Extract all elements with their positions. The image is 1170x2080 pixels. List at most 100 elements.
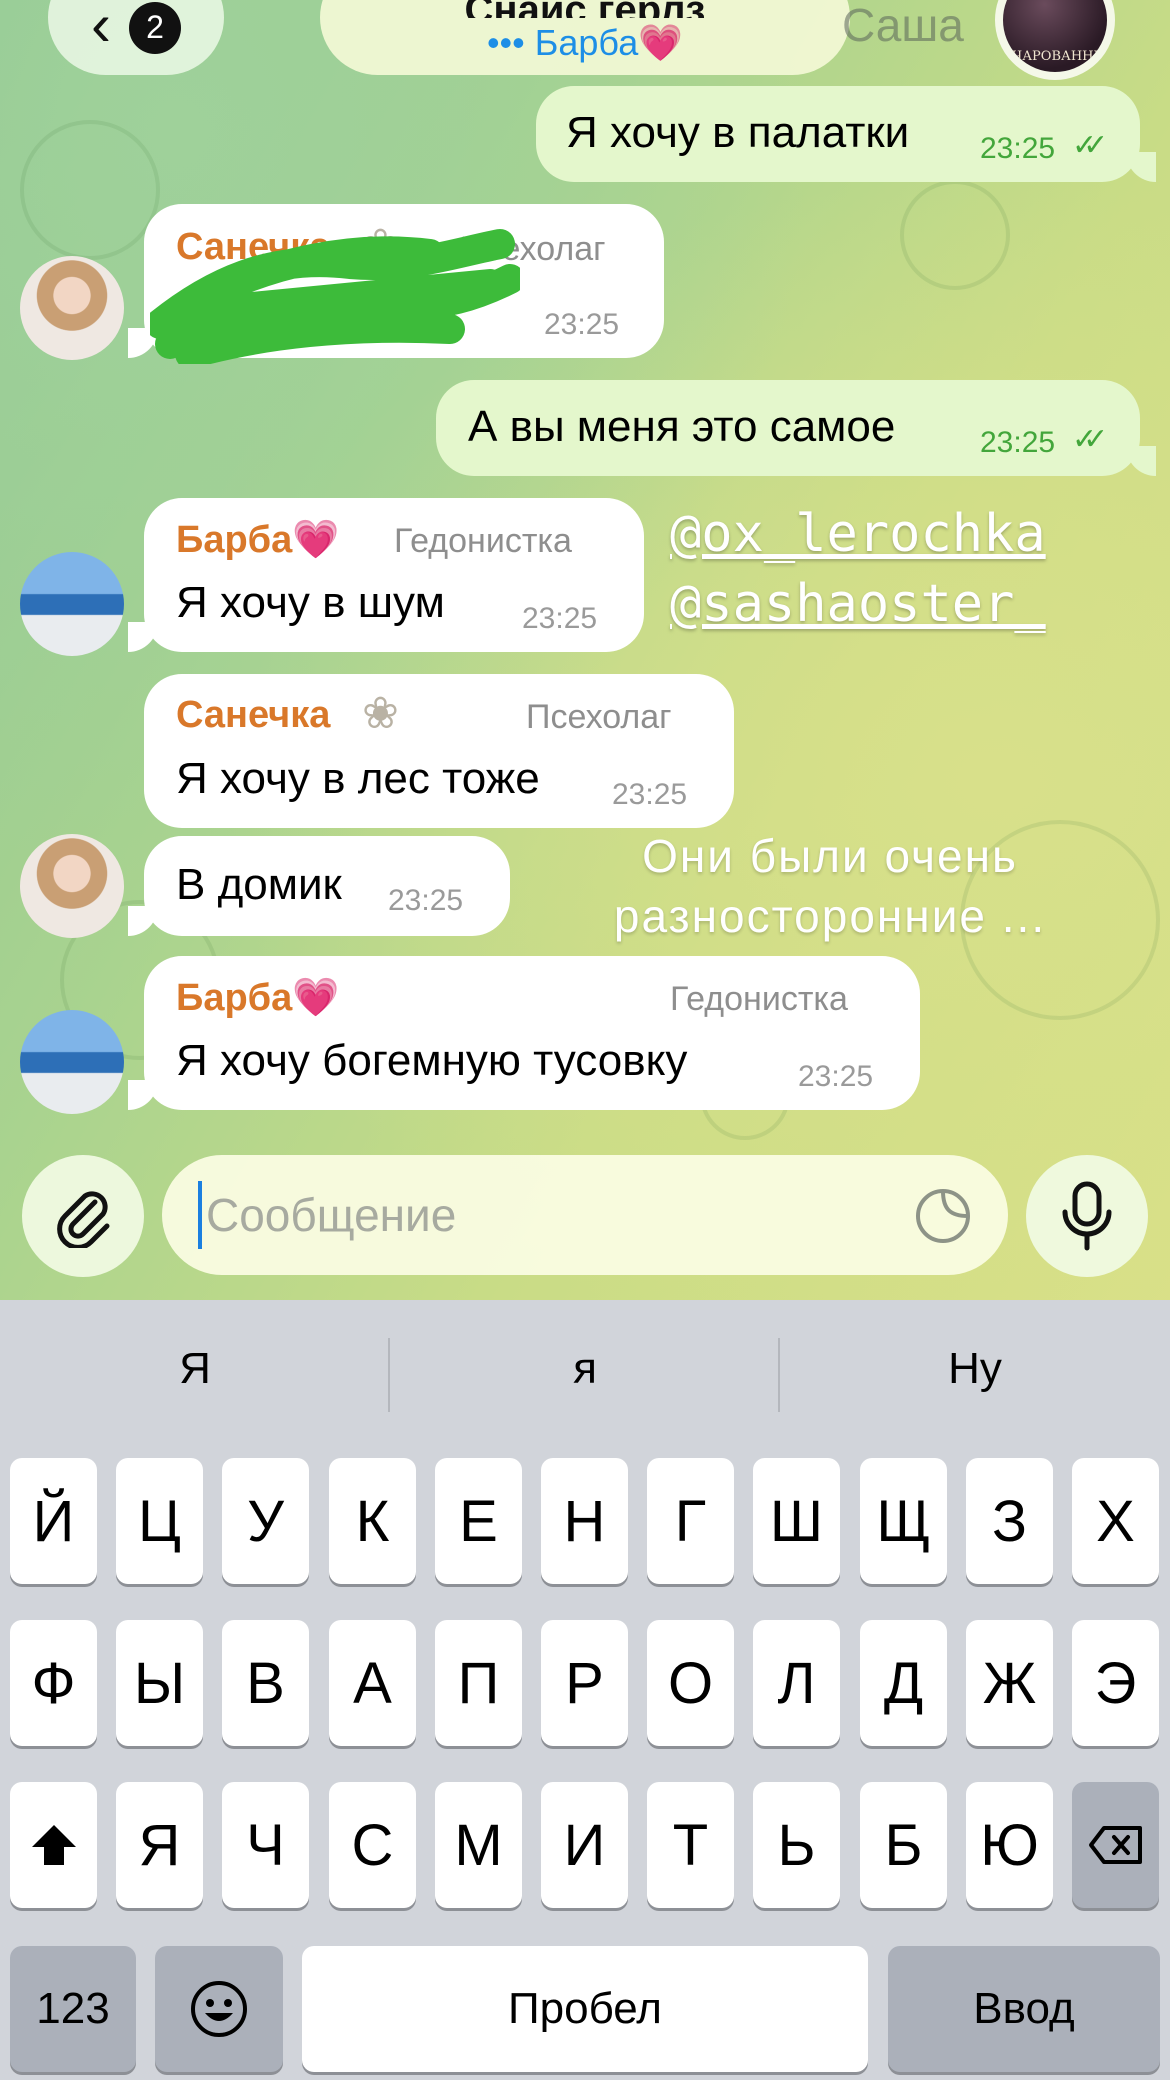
shift-arrow-icon xyxy=(31,1825,76,1865)
key[interactable]: Ж xyxy=(966,1620,1053,1746)
key[interactable]: Л xyxy=(753,1620,840,1746)
key[interactable]: Й xyxy=(10,1458,97,1584)
microphone-button[interactable] xyxy=(1026,1155,1148,1277)
key[interactable]: З xyxy=(966,1458,1053,1584)
message-bubble-incoming[interactable]: Барба💗 Гедонистка Я хочу в шум 23:25 xyxy=(144,498,644,652)
key[interactable]: Ы xyxy=(116,1620,203,1746)
avatar-barba[interactable] xyxy=(20,552,124,656)
message-bubble-incoming[interactable]: Барба💗 Гедонистка Я хочу богемную тусовк… xyxy=(144,956,920,1110)
key[interactable]: С xyxy=(329,1782,416,1908)
group-avatar[interactable]: ЗАЧАРОВАННЫЕ xyxy=(995,0,1115,80)
key[interactable]: Х xyxy=(1072,1458,1159,1584)
suggestion-3[interactable]: Ну xyxy=(780,1344,1170,1394)
overlay-note-line: Они были очень xyxy=(642,830,1018,882)
sender-role: Гедонистка xyxy=(394,522,572,560)
message-time: 23:25 xyxy=(798,1060,874,1093)
message-bubble-outgoing[interactable]: А вы меня это самое 23:25 ✓✓ xyxy=(436,380,1140,476)
key[interactable]: Э xyxy=(1072,1620,1159,1746)
message-text: Я хочу в палатки xyxy=(566,108,910,157)
typing-status: ••• Барба💗 xyxy=(486,22,684,63)
emoji-key[interactable] xyxy=(155,1946,283,2072)
suggestion-2[interactable]: я xyxy=(390,1344,780,1394)
key[interactable]: М xyxy=(435,1782,522,1908)
bubble-tail xyxy=(1126,446,1156,476)
message-time: 23:25 xyxy=(612,778,688,811)
key[interactable]: Щ xyxy=(860,1458,947,1584)
key[interactable]: К xyxy=(329,1458,416,1584)
suggestion-1[interactable]: Я xyxy=(0,1344,390,1394)
key[interactable]: Е xyxy=(435,1458,522,1584)
message-time: 23:25 xyxy=(388,884,464,917)
bubble-tail xyxy=(1126,152,1156,182)
key[interactable]: Ю xyxy=(966,1782,1053,1908)
background-doodle xyxy=(20,120,160,260)
message-time: 23:25 xyxy=(980,132,1056,165)
avatar-sanechka[interactable] xyxy=(20,256,124,360)
key[interactable]: Ь xyxy=(753,1782,840,1908)
key[interactable]: Т xyxy=(647,1782,734,1908)
background-name-text: Саша xyxy=(842,0,964,51)
message-text: Я хочу в лес тоже xyxy=(176,754,540,803)
read-check-icon: ✓✓ xyxy=(1072,423,1108,456)
chevron-left-icon: ‹ xyxy=(91,0,111,58)
message-text: А вы меня это самое xyxy=(468,402,896,451)
key[interactable]: А xyxy=(329,1620,416,1746)
message-text: Я хочу богемную тусовку xyxy=(176,1036,688,1085)
sender-name: Барба💗 xyxy=(176,519,340,561)
numbers-key[interactable]: 123 xyxy=(10,1946,136,2072)
overlay-mention: @sashaoster_ xyxy=(670,574,1046,634)
avatar-sanechka[interactable] xyxy=(20,834,124,938)
sender-name: Барба💗 xyxy=(176,977,340,1019)
message-bubble-outgoing[interactable]: Я хочу в палатки 23:25 ✓✓ xyxy=(536,86,1140,182)
key[interactable]: Р xyxy=(541,1620,628,1746)
key[interactable]: Ч xyxy=(222,1782,309,1908)
attach-button[interactable] xyxy=(22,1155,144,1277)
key[interactable]: Я xyxy=(116,1782,203,1908)
return-key[interactable]: Ввод xyxy=(888,1946,1160,2072)
overlay-note: Они были очень разносторонние ... xyxy=(580,826,1080,946)
message-time: 23:25 xyxy=(980,426,1056,459)
flower-emoji-icon: ❀ xyxy=(362,689,399,738)
sender-role: Псехолаг xyxy=(526,698,672,736)
key[interactable]: Ц xyxy=(116,1458,203,1584)
emoji-smiley-icon xyxy=(191,1981,247,2037)
message-time: 23:25 xyxy=(522,602,598,635)
paperclip-icon xyxy=(57,1191,110,1248)
key[interactable]: Ф xyxy=(10,1620,97,1746)
key[interactable]: Д xyxy=(860,1620,947,1746)
key[interactable]: В xyxy=(222,1620,309,1746)
message-text: В домик xyxy=(176,860,342,909)
key[interactable]: Г xyxy=(647,1458,734,1584)
overlay-mention: @ox_lerochka xyxy=(670,504,1046,564)
keyboard[interactable]: Я я Ну Й Ц У К Е Н Г Ш Щ З Х Ф Ы В А П Р… xyxy=(0,1300,1170,2080)
message-input-field[interactable] xyxy=(162,1155,1008,1275)
back-button[interactable]: ‹ 2 xyxy=(48,0,224,75)
sticker-icon[interactable] xyxy=(914,1187,972,1245)
group-avatar-caption: ЗАЧАРОВАННЫЕ xyxy=(995,49,1115,64)
shift-key[interactable] xyxy=(10,1782,97,1908)
message-text: Я хочу в шум xyxy=(176,578,445,627)
message-time: 23:25 xyxy=(544,308,620,341)
backspace-icon xyxy=(1088,1826,1142,1864)
key[interactable]: Ш xyxy=(753,1458,840,1584)
message-input[interactable] xyxy=(198,1181,838,1249)
key[interactable]: И xyxy=(541,1782,628,1908)
backspace-key[interactable] xyxy=(1072,1782,1159,1908)
sender-role: Гедонистка xyxy=(670,980,848,1018)
bubble-tail xyxy=(128,622,158,652)
chat-title-pill[interactable]: Снайс герлз ••• Барба💗 xyxy=(320,0,850,75)
message-bubble-incoming[interactable]: Санечка ❀ Псехолаг Я хочу в лес тоже 23:… xyxy=(144,674,734,828)
key[interactable]: Н xyxy=(541,1458,628,1584)
read-check-icon: ✓✓ xyxy=(1072,129,1108,162)
space-key[interactable]: Пробел xyxy=(302,1946,868,2072)
microphone-icon xyxy=(1062,1181,1112,1251)
key[interactable]: П xyxy=(435,1620,522,1746)
key[interactable]: О xyxy=(647,1620,734,1746)
chat-area[interactable]: ‹ 2 Снайс герлз ••• Барба💗 Саша ЗАЧАРОВА… xyxy=(0,0,1170,1300)
key[interactable]: Б xyxy=(860,1782,947,1908)
chat-title: Снайс герлз xyxy=(320,0,850,18)
message-bubble-incoming[interactable]: В домик 23:25 xyxy=(144,836,510,936)
avatar-barba[interactable] xyxy=(20,1010,124,1114)
sender-name: Санечка xyxy=(176,694,331,736)
key[interactable]: У xyxy=(222,1458,309,1584)
